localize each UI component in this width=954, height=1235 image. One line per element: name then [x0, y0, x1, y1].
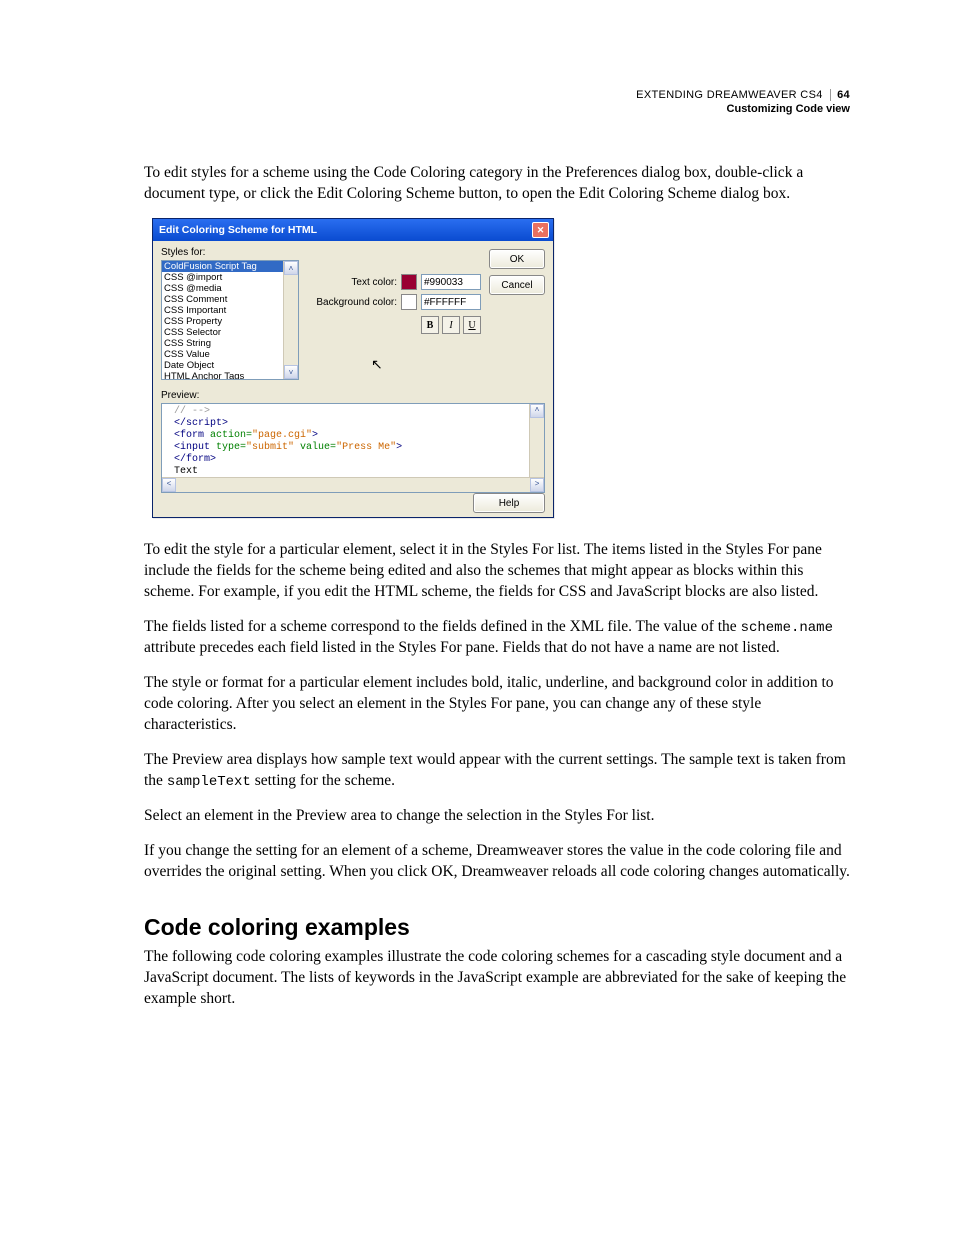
dialog-title: Edit Coloring Scheme for HTML — [159, 224, 317, 236]
edit-coloring-scheme-dialog: Edit Coloring Scheme for HTML ✕ Styles f… — [152, 218, 554, 518]
body-paragraph: If you change the setting for an element… — [144, 841, 850, 883]
chevron-left-icon[interactable]: ˂ — [162, 478, 176, 492]
list-item[interactable]: CSS @import — [162, 272, 298, 283]
styles-for-label: Styles for: — [161, 247, 481, 258]
chevron-up-icon[interactable]: ˄ — [284, 261, 298, 275]
list-item[interactable]: CSS String — [162, 338, 298, 349]
scrollbar-vertical[interactable]: ˄ ˅ — [283, 261, 298, 379]
bold-button[interactable]: B — [421, 316, 439, 334]
cursor-icon: ↖ — [371, 356, 383, 373]
list-item[interactable]: ColdFusion Script Tag — [162, 261, 298, 272]
body-paragraph: The following code coloring examples ill… — [144, 947, 850, 1010]
list-item[interactable]: CSS @media — [162, 283, 298, 294]
styles-for-list[interactable]: ColdFusion Script Tag CSS @import CSS @m… — [161, 260, 299, 380]
italic-button[interactable]: I — [442, 316, 460, 334]
text-color-swatch[interactable] — [401, 274, 417, 290]
chevron-up-icon[interactable]: ˄ — [530, 404, 544, 418]
list-item[interactable]: Date Object — [162, 360, 298, 371]
chevron-down-icon[interactable]: ˅ — [284, 365, 298, 379]
page-header: EXTENDING DREAMWEAVER CS4 64 Customizing… — [144, 88, 850, 117]
list-item[interactable]: HTML Anchor Tags — [162, 371, 298, 380]
text-color-label: Text color: — [311, 277, 397, 288]
body-paragraph: To edit styles for a scheme using the Co… — [144, 163, 850, 205]
bg-color-field[interactable]: #FFFFFF — [421, 294, 481, 310]
dialog-titlebar[interactable]: Edit Coloring Scheme for HTML ✕ — [153, 219, 553, 241]
list-item[interactable]: CSS Value — [162, 349, 298, 360]
bg-color-swatch[interactable] — [401, 294, 417, 310]
preview-area[interactable]: // --> </script> <form action="page.cgi"… — [161, 403, 545, 493]
preview-line: </script — [174, 418, 222, 429]
section-heading: Code coloring examples — [144, 914, 850, 941]
code-inline: scheme.name — [741, 620, 833, 636]
help-button[interactable]: Help — [473, 493, 545, 513]
chevron-right-icon[interactable]: ˃ — [530, 478, 544, 492]
scrollbar-horizontal[interactable]: ˂ ˃ — [162, 477, 544, 492]
code-inline: sampleText — [167, 774, 251, 790]
preview-label: Preview: — [161, 390, 545, 401]
ok-button[interactable]: OK — [489, 249, 545, 269]
list-item[interactable]: CSS Important — [162, 305, 298, 316]
preview-line: </form> — [174, 454, 216, 465]
page-number: 64 — [830, 89, 850, 101]
doc-title: EXTENDING DREAMWEAVER CS4 — [636, 89, 823, 101]
text-color-field[interactable]: #990033 — [421, 274, 481, 290]
list-item[interactable]: CSS Comment — [162, 294, 298, 305]
underline-button[interactable]: U — [463, 316, 481, 334]
body-paragraph: To edit the style for a particular eleme… — [144, 540, 850, 603]
list-item[interactable]: CSS Property — [162, 316, 298, 327]
list-item[interactable]: CSS Selector — [162, 327, 298, 338]
body-paragraph: The Preview area displays how sample tex… — [144, 750, 850, 792]
close-icon[interactable]: ✕ — [532, 222, 549, 238]
cancel-button[interactable]: Cancel — [489, 275, 545, 295]
body-paragraph: The fields listed for a scheme correspon… — [144, 617, 850, 659]
preview-line: Text — [174, 466, 198, 477]
bg-color-label: Background color: — [311, 297, 397, 308]
preview-line: // --> — [174, 406, 210, 417]
body-paragraph: Select an element in the Preview area to… — [144, 806, 850, 827]
section-title: Customizing Code view — [144, 102, 850, 116]
body-paragraph: The style or format for a particular ele… — [144, 673, 850, 736]
